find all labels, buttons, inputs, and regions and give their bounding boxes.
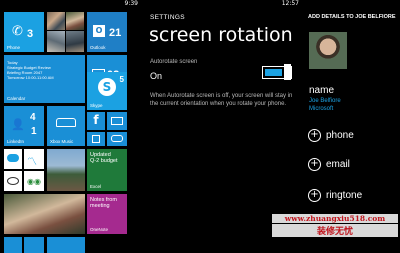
outlook-count: 21 (109, 27, 122, 39)
watermark: www.zhuangxiu518.com 装修无忧 (272, 214, 398, 237)
skype-icon: S (98, 78, 116, 96)
excel-tile[interactable]: Updated Q-2 budget Excel (87, 149, 127, 191)
facebook-tile[interactable]: f (87, 112, 105, 130)
outlook-tile-label: Outlook (90, 45, 106, 50)
status-time: 12:57 (281, 0, 299, 7)
watermark-brand: 装修无忧 (272, 224, 398, 237)
people-hub-photo-tile[interactable] (4, 194, 85, 234)
skype-count: 5 (119, 75, 124, 84)
outlook-icon: O (93, 25, 105, 37)
people-photo-tile[interactable] (47, 12, 65, 30)
page-title: screen rotation (149, 24, 293, 46)
settings-header: SETTINGS (150, 14, 185, 21)
linkedin-tile[interactable]: 👤 4 1 LinkedIn (4, 106, 44, 146)
add-phone-button[interactable]: + phone (308, 128, 354, 142)
toggle-fill (265, 69, 282, 76)
onenote-line: meeting (90, 203, 110, 209)
xbox-music-tile-label: Xbox Music (50, 139, 74, 144)
watermark-url: www.zhuangxiu518.com (272, 214, 398, 223)
xbox-music-tile[interactable]: Xbox Music (47, 106, 85, 146)
toggle-knob[interactable] (284, 64, 291, 80)
bag-icon (92, 135, 100, 143)
phone-icon: ✆ (12, 24, 23, 39)
autorotate-state: On (150, 71, 163, 81)
stocks-tile[interactable]: 〽 (24, 149, 44, 169)
calendar-tile[interactable]: Today Strategic Budget Review Briefing R… (4, 55, 85, 103)
weather-icon (7, 154, 19, 162)
add-ringtone-button[interactable]: + ringtone (308, 188, 362, 202)
store-small-tile[interactable] (87, 132, 105, 146)
owl-icon: ◉◉ (27, 177, 41, 186)
photos-tile[interactable] (47, 149, 85, 191)
linkedin-count: 4 (30, 112, 36, 123)
autorotate-description: When Autorotate screen is off, your scre… (150, 93, 293, 107)
plus-icon: + (308, 188, 321, 202)
start-screen-panel: 9:39 ✆ 3 Phone O 21 Outlook Today Strate… (0, 0, 142, 253)
people-photo-tile[interactable] (47, 31, 65, 52)
loop-icon (7, 177, 19, 185)
people-icon: 👤 (11, 118, 25, 131)
name-label: name (309, 85, 335, 96)
add-email-button[interactable]: + email (308, 157, 350, 171)
excel-tile-label: Excel (90, 184, 102, 189)
people-count: 1 (31, 126, 37, 137)
tripadvisor-tile[interactable]: ◉◉ (24, 171, 44, 191)
contact-header: ADD DETAILS TO JOE BELFIORE (308, 14, 396, 20)
email-small-tile[interactable] (107, 112, 127, 130)
car-icon (56, 118, 76, 127)
autorotate-label: Autorotate screen (150, 59, 198, 65)
facebook-label: f (93, 113, 99, 127)
chart-icon: 〽 (27, 157, 37, 168)
games-small-tile[interactable] (107, 132, 127, 146)
add-phone-label: phone (326, 129, 354, 141)
add-ringtone-label: ringtone (326, 189, 363, 201)
people-photo-tile[interactable] (66, 31, 84, 52)
autorotate-toggle[interactable] (262, 64, 292, 80)
calendar-tile-label: Calendar (7, 96, 26, 101)
people-photo-tile[interactable] (66, 12, 84, 30)
bottom-tile[interactable] (4, 237, 22, 253)
contact-name[interactable]: Joe Belfiore (309, 98, 341, 104)
onenote-tile-label: OneNote (90, 227, 109, 232)
excel-line: Q-2 budget (90, 158, 118, 164)
phone-tile-label: Phone (7, 45, 21, 50)
skype-tile-label: Skype (90, 103, 103, 108)
app-tile[interactable] (4, 171, 22, 191)
onenote-tile[interactable]: Notes from meeting OneNote (87, 194, 127, 234)
controller-icon (111, 135, 123, 142)
outlook-tile[interactable]: O 21 Outlook (87, 12, 127, 52)
status-time: 9:39 (124, 0, 138, 7)
calendar-line: Tomorrow 10:00-11:00 AM (7, 75, 54, 80)
contact-company[interactable]: Microsoft (309, 106, 333, 112)
skype-tile[interactable]: S 5 Skype (87, 72, 127, 110)
plus-icon: + (308, 128, 321, 142)
plus-icon: + (308, 157, 321, 171)
phone-count: 3 (27, 28, 34, 40)
linkedin-tile-label: LinkedIn (7, 139, 25, 144)
phone-tile[interactable]: ✆ 3 Phone (4, 12, 44, 52)
add-email-label: email (326, 158, 350, 170)
weather-tile[interactable] (4, 149, 22, 169)
bottom-tile[interactable] (47, 237, 85, 253)
bottom-tile[interactable] (24, 237, 44, 253)
avatar[interactable] (309, 32, 347, 69)
mail-icon (111, 117, 123, 125)
